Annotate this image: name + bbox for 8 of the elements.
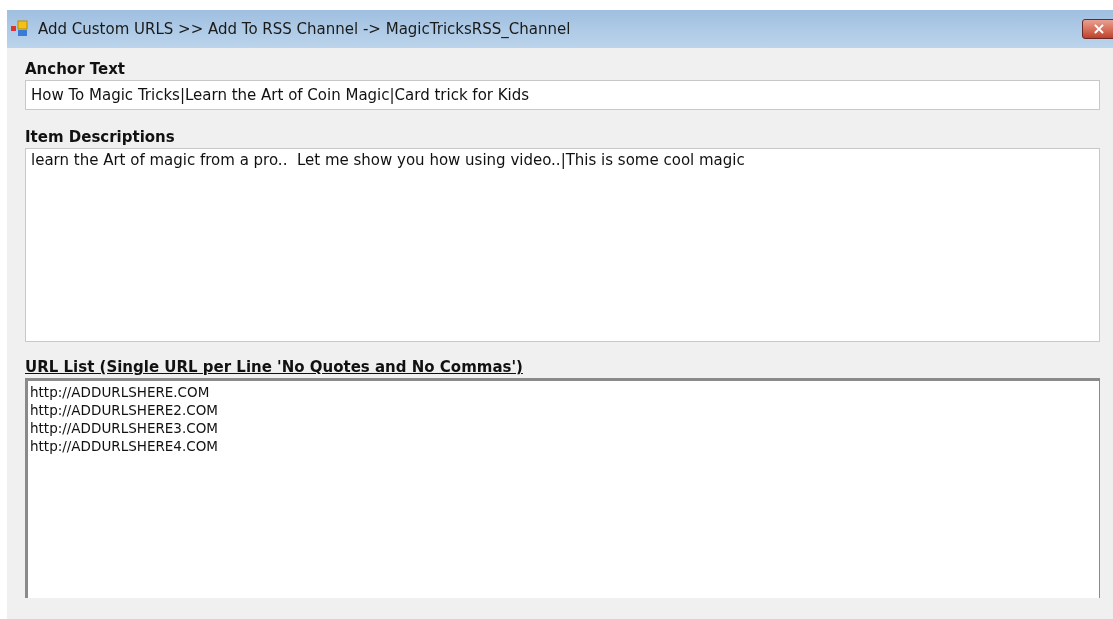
field-label: URL List (Single URL per Line 'No Quotes and No Commas') (25, 357, 524, 378)
window-title: Add Custom URLS >> Add To RSS Channel -> MagicTricksRSS_Channel (38, 18, 572, 40)
anchor-text-field[interactable]: How To Magic Tricks|Learn the Art of Coin Magic|Card trick for Kids (25, 80, 1100, 110)
app-icon (10, 20, 30, 38)
url-list-field[interactable]: http://ADDURLSHERE.COM http://ADDURLSHERE2.COM http://ADDURLSHERE3.COM http://ADDURLSHERE4.COM (25, 378, 1100, 598)
item-descriptions-field[interactable]: learn the Art of magic from a pro.. Let me show you how using video..|This is some cool magic (25, 148, 1100, 342)
field-label: Anchor Text (25, 59, 127, 80)
field-label: Item Descriptions (25, 127, 176, 148)
